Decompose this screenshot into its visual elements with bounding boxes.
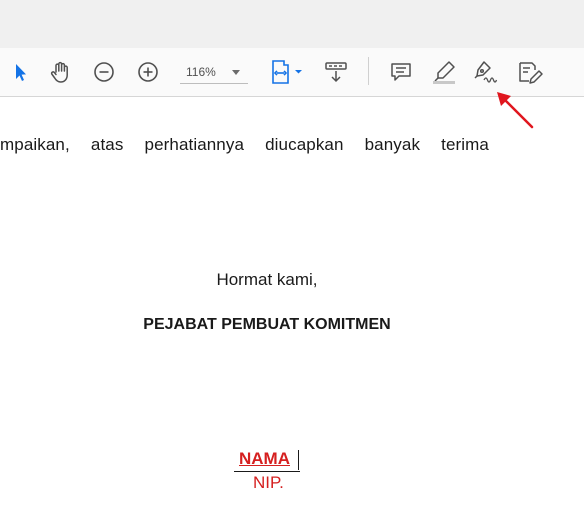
highlight-button[interactable]	[428, 56, 460, 88]
closing-text: Hormat kami,	[216, 270, 318, 289]
fill-sign-button[interactable]	[515, 56, 547, 88]
zoom-in-button[interactable]	[132, 56, 164, 88]
hand-tool-button[interactable]	[44, 56, 76, 88]
fill-sign-icon	[519, 62, 543, 84]
chevron-down-icon	[232, 70, 240, 75]
zoom-out-icon	[94, 62, 114, 82]
zoom-level-value: 116%	[186, 65, 216, 79]
red-arrow-annotation-icon	[497, 92, 534, 129]
nip-label: NIP.	[253, 473, 284, 492]
signature-name: NAMA	[239, 449, 290, 468]
scroll-mode-icon	[325, 62, 347, 83]
draw-button[interactable]	[470, 56, 502, 88]
window-top-strip	[0, 0, 584, 49]
fit-page-icon	[272, 60, 302, 84]
official-title: PEJABAT PEMBUAT KOMITMEN	[143, 316, 391, 333]
document-page: mpaikan, atas perhatiannya diucapkan ban…	[0, 97, 584, 517]
select-tool-button[interactable]	[0, 56, 32, 88]
zoom-in-icon	[138, 62, 158, 82]
signature-name-field[interactable]: NAMA	[234, 449, 300, 472]
scroll-mode-button[interactable]	[320, 56, 352, 88]
highlighter-icon	[433, 61, 455, 84]
zoom-out-button[interactable]	[88, 56, 120, 88]
comment-button[interactable]	[385, 56, 417, 88]
fit-page-button[interactable]	[266, 56, 306, 88]
hand-icon	[50, 61, 68, 83]
body-text-line: mpaikan, atas perhatiannya diucapkan ban…	[0, 135, 489, 154]
cursor-arrow-icon	[16, 64, 26, 81]
zoom-level-dropdown[interactable]: 116%	[180, 61, 248, 84]
comment-icon	[391, 63, 411, 81]
text-cursor	[298, 450, 299, 470]
toolbar-separator	[368, 57, 369, 85]
pen-draw-icon	[474, 61, 498, 83]
